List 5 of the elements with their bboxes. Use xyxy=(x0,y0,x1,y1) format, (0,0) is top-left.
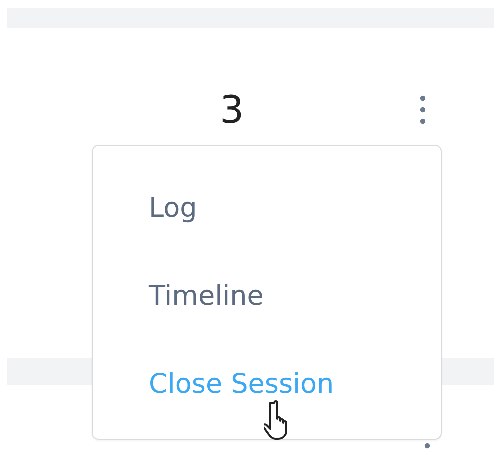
more-icon[interactable] xyxy=(419,95,428,125)
menu-item[interactable]: Timeline xyxy=(93,252,441,340)
count-number: 3 xyxy=(220,91,244,129)
menu-item[interactable]: Log xyxy=(93,164,441,252)
dot-icon xyxy=(424,442,431,450)
